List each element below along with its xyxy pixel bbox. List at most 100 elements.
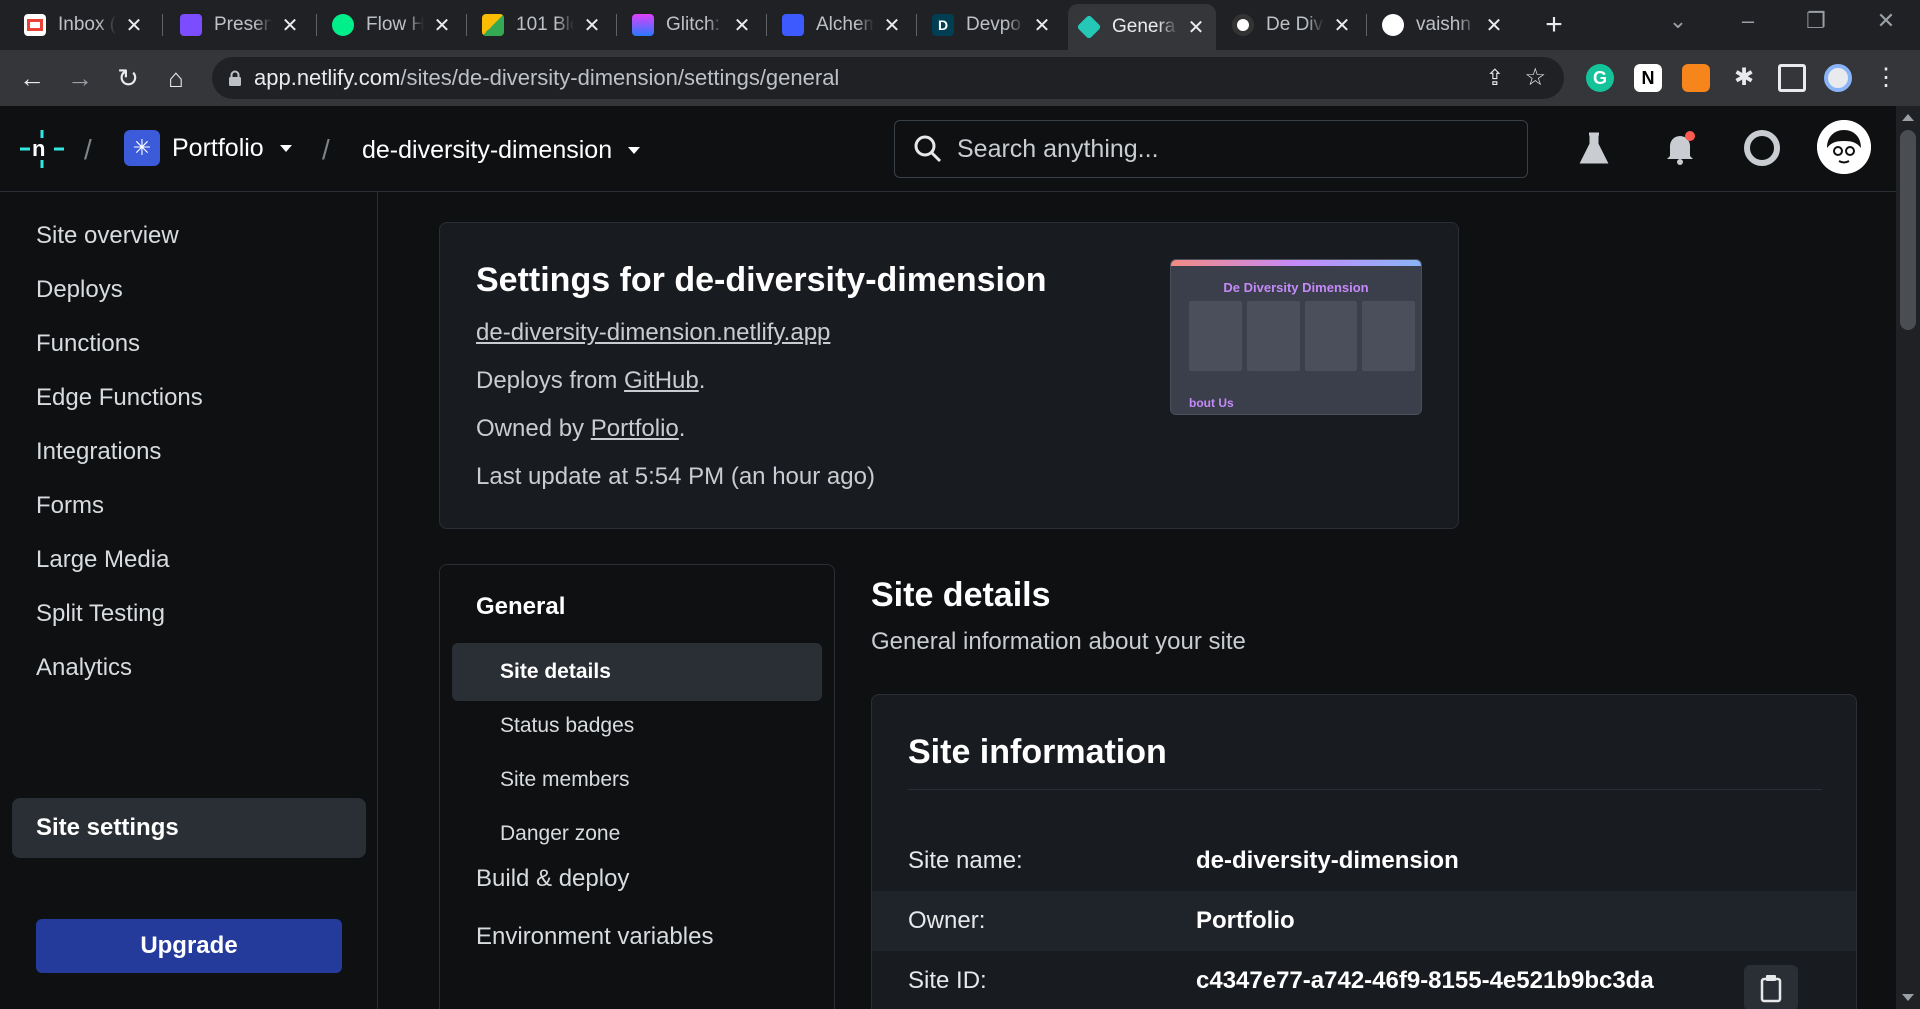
sidebar-item-split-testing[interactable]: Split Testing [12, 584, 366, 644]
period: . [678, 415, 686, 442]
share-icon[interactable]: ⇪ [1486, 65, 1504, 91]
menu-icon[interactable]: ⋮ [1872, 64, 1900, 92]
user-avatar[interactable] [1817, 120, 1871, 174]
clipboard-icon [1760, 975, 1782, 1003]
notifications-bell-icon[interactable] [1660, 128, 1700, 168]
close-icon[interactable]: ✕ [1032, 13, 1052, 38]
notion-icon[interactable]: N [1634, 64, 1662, 92]
back-icon[interactable]: ← [14, 60, 50, 96]
sidebar-item-forms[interactable]: Forms [12, 476, 366, 536]
subnav-status-badges[interactable]: Status badges [452, 697, 822, 755]
info-value: de-diversity-dimension [1196, 847, 1459, 874]
tab-title: De Div [1266, 14, 1324, 35]
github-link[interactable]: GitHub [624, 367, 699, 394]
thumbnail-card [1246, 301, 1300, 371]
metamask-icon[interactable] [1682, 64, 1710, 92]
grammarly-icon[interactable]: G [1586, 64, 1614, 92]
site-url-line: de-diversity-dimension.netlify.app [476, 319, 830, 347]
tab-search-icon[interactable]: ⌄ [1658, 8, 1698, 34]
team-switcher[interactable]: ✳ Portfolio [124, 130, 292, 166]
extensions-icon[interactable]: ✱ [1730, 64, 1758, 92]
side-panel-icon[interactable] [1778, 64, 1806, 92]
close-icon[interactable]: ✕ [432, 13, 452, 38]
page-scrollbar[interactable] [1896, 106, 1920, 1009]
sidebar-item-site-settings[interactable]: Site settings [12, 798, 366, 858]
browser-tab[interactable]: De Div ✕ [1222, 4, 1362, 46]
url-text: app.netlify.com/sites/de-diversity-dimen… [254, 65, 840, 90]
browser-tab[interactable]: Flow H ✕ [322, 4, 462, 46]
subnav-site-members[interactable]: Site members [452, 751, 822, 809]
profile-icon[interactable] [1824, 64, 1852, 92]
lock-icon [228, 70, 242, 86]
sidebar-item-analytics[interactable]: Analytics [12, 638, 366, 698]
new-tab-button[interactable]: + [1536, 8, 1572, 42]
browser-tab-active[interactable]: Genera ✕ [1068, 4, 1216, 50]
github-icon [1382, 14, 1404, 36]
sidebar-item-site-overview[interactable]: Site overview [12, 206, 366, 266]
subnav-general[interactable]: General [476, 593, 565, 621]
close-icon[interactable]: ✕ [732, 13, 752, 38]
site-preview-thumbnail[interactable]: De Diversity Dimension bout Us [1170, 259, 1422, 415]
browser-tab[interactable]: Presen ✕ [170, 4, 310, 46]
site-url-link[interactable]: de-diversity-dimension.netlify.app [476, 319, 830, 346]
close-window-button[interactable]: ✕ [1866, 8, 1906, 34]
browser-tab[interactable]: Glitch: ✕ [622, 4, 762, 46]
browser-toolbar: ← → ↻ ⌂ app.netlify.com/sites/de-diversi… [0, 50, 1920, 106]
close-icon[interactable]: ✕ [1332, 13, 1352, 38]
sidebar-item-edge-functions[interactable]: Edge Functions [12, 368, 366, 428]
tab-title: Glitch: [666, 14, 720, 35]
scroll-down-arrow-icon[interactable] [1902, 994, 1914, 1001]
site-summary-card: Settings for de-diversity-dimension de-d… [439, 222, 1459, 529]
sidebar-item-deploys[interactable]: Deploys [12, 260, 366, 320]
subnav-danger-zone[interactable]: Danger zone [452, 805, 822, 863]
chevron-down-icon [628, 147, 641, 154]
scroll-thumb[interactable] [1900, 130, 1916, 330]
browser-tab[interactable]: D Devpo ✕ [922, 4, 1062, 46]
browser-tab[interactable]: vaishn ✕ [1372, 4, 1514, 46]
section-title: Site details [871, 576, 1051, 614]
info-value: Portfolio [1196, 907, 1295, 934]
deploys-from-line: Deploys from GitHub. [476, 367, 705, 395]
reload-icon[interactable]: ↻ [110, 60, 146, 96]
owner-link[interactable]: Portfolio [591, 415, 679, 442]
bookmark-star-icon[interactable]: ☆ [1524, 63, 1546, 92]
subnav-build-deploy[interactable]: Build & deploy [476, 865, 629, 893]
sidebar-item-functions[interactable]: Functions [12, 314, 366, 374]
netlify-logo-icon[interactable]: n [18, 128, 66, 170]
close-icon[interactable]: ✕ [124, 13, 144, 38]
chevron-down-icon [279, 144, 292, 152]
close-icon[interactable]: ✕ [882, 13, 902, 38]
search-input[interactable] [957, 134, 1477, 164]
scroll-up-arrow-icon[interactable] [1902, 114, 1914, 121]
last-update: Last update at 5:54 PM (an hour ago) [476, 463, 875, 490]
sidebar-item-large-media[interactable]: Large Media [12, 530, 366, 590]
close-icon[interactable]: ✕ [582, 13, 602, 38]
close-icon[interactable]: ✕ [1186, 15, 1206, 40]
copy-site-id-button[interactable] [1744, 965, 1798, 1009]
info-row-owner: Owner: Portfolio [872, 891, 1856, 951]
browser-tab[interactable]: 101 Blo ✕ [472, 4, 612, 46]
sidebar-item-integrations[interactable]: Integrations [12, 422, 366, 482]
info-key: Site ID: [908, 967, 987, 994]
subnav-site-details[interactable]: Site details [452, 643, 822, 701]
search-box[interactable] [894, 120, 1528, 178]
owned-prefix: Owned by [476, 415, 591, 442]
address-bar[interactable]: app.netlify.com/sites/de-diversity-dimen… [212, 57, 1564, 99]
labs-flask-icon[interactable] [1574, 128, 1614, 168]
subnav-environment-variables[interactable]: Environment variables [476, 923, 713, 951]
close-icon[interactable]: ✕ [1484, 13, 1504, 38]
restore-button[interactable]: ❐ [1796, 8, 1836, 34]
close-icon[interactable]: ✕ [280, 13, 300, 38]
blocks-icon [482, 14, 504, 36]
tab-title: Flow H [366, 14, 424, 35]
site-switcher[interactable]: de-diversity-dimension [362, 136, 641, 165]
minimize-button[interactable]: – [1728, 8, 1768, 34]
site-name: de-diversity-dimension [362, 136, 613, 164]
forward-icon[interactable]: → [62, 60, 98, 96]
upgrade-button[interactable]: Upgrade [36, 919, 342, 973]
section-subtitle: General information about your site [871, 628, 1246, 655]
home-icon[interactable]: ⌂ [158, 60, 194, 96]
browser-tab[interactable]: Alchem ✕ [772, 4, 912, 46]
browser-tab[interactable]: Inbox ( ✕ [14, 4, 154, 46]
support-lifebuoy-icon[interactable] [1742, 128, 1782, 168]
